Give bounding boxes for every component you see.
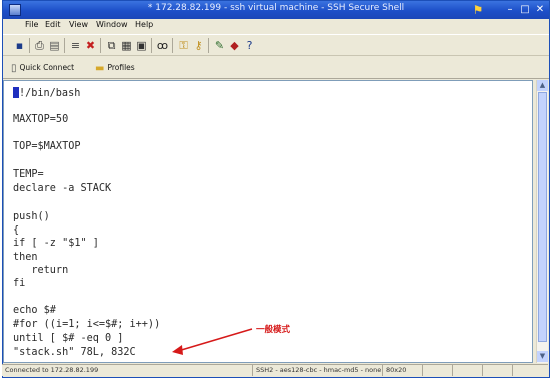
menu-window[interactable]: Window <box>96 20 128 29</box>
windows-logo-icon: ⚑ <box>472 3 484 17</box>
quick-connect-label: Quick Connect <box>19 63 75 72</box>
window-title: * 172.28.82.199 - ssh virtual machine - … <box>147 3 405 13</box>
find-icon[interactable]: ≡ <box>69 39 82 52</box>
terminal-line: echo $# <box>13 305 56 316</box>
terminal-line: until [ $# -eq 0 ] <box>13 333 124 344</box>
paste-icon[interactable]: ▦ <box>120 39 133 52</box>
menu-help[interactable]: Help <box>135 20 153 29</box>
help-icon[interactable]: ? <box>243 39 256 52</box>
print-preview-icon[interactable]: ▤ <box>48 39 61 52</box>
folder-icon: ▬ <box>95 63 105 74</box>
status-empty-cell <box>512 365 548 376</box>
status-empty-cell <box>482 365 512 376</box>
toolbar-separator <box>151 38 152 53</box>
status-terminal-type: SSH2 - aes128-cbc - hmac-md5 - none <box>252 365 382 376</box>
scrollbar-thumb[interactable] <box>538 92 547 342</box>
terminal-line: push() <box>13 211 50 222</box>
terminal-line: then <box>13 252 38 263</box>
status-empty-cell <box>452 365 482 376</box>
quick-connect-icon: ▯ <box>11 63 17 74</box>
toolbar-separator <box>208 38 209 53</box>
toolbar-separator <box>172 38 173 53</box>
paste-alt-icon[interactable]: ▣ <box>135 39 148 52</box>
toolbar: ▪ ⎙ ▤ ≡ ✖ ⧉ ▦ ▣ ꝏ ⚿ ⚷ ✎ ◆ ? <box>3 34 549 56</box>
terminal-area[interactable]: !/bin/bash MAXTOP=50 TOP=$MAXTOP TEMP= d… <box>3 80 533 363</box>
close-button[interactable]: ✕ <box>533 3 547 17</box>
terminal-line: !/bin/bash <box>13 87 80 100</box>
terminal-line: #for ((i=1; i<=$#; i++)) <box>13 319 161 330</box>
terminal-line: declare -a STACK <box>13 183 112 194</box>
quick-connect-button[interactable]: ▯ Quick Connect <box>11 60 74 76</box>
plugin-icon[interactable]: ◆ <box>228 39 241 52</box>
menu-edit[interactable]: Edit <box>45 20 61 29</box>
scroll-up-arrow-icon[interactable]: ▲ <box>537 80 548 91</box>
save-icon[interactable]: ▪ <box>13 39 26 52</box>
status-size: 80x20 <box>382 365 422 376</box>
quick-connect-bar: ▯ Quick Connect ▬ Profiles <box>3 57 549 79</box>
toolbar-separator <box>100 38 101 53</box>
key-icon[interactable]: ⚿ <box>177 39 190 52</box>
status-bar: Connected to 172.28.82.199 SSH2 - aes128… <box>2 364 548 376</box>
maximize-button[interactable]: □ <box>518 3 532 17</box>
copy-icon[interactable]: ⧉ <box>105 39 118 52</box>
menu-bar: File Edit View Window Help <box>3 19 549 33</box>
settings-icon[interactable]: ✎ <box>213 39 226 52</box>
vertical-scrollbar[interactable]: ▲ ▼ <box>536 80 548 363</box>
terminal-line: if [ -z "$1" ] <box>13 238 99 249</box>
terminal-line: { <box>13 225 20 236</box>
print-icon[interactable]: ⎙ <box>33 39 46 52</box>
terminal-line: MAXTOP=50 <box>13 114 69 125</box>
terminal-line: TOP=$MAXTOP <box>13 141 81 152</box>
scroll-down-arrow-icon[interactable]: ▼ <box>537 351 548 362</box>
key-alt-icon[interactable]: ⚷ <box>192 39 205 52</box>
profiles-button[interactable]: ▬ Profiles <box>95 60 135 76</box>
toolbar-separator <box>29 38 30 53</box>
profiles-label: Profiles <box>107 63 135 72</box>
terminal-line: return <box>13 265 69 276</box>
mode-annotation: 一般模式 <box>256 325 291 335</box>
terminal-line: fi <box>13 278 26 289</box>
menu-view[interactable]: View <box>69 20 88 29</box>
status-message-line: "stack.sh" 78L, 832C <box>13 347 136 358</box>
status-empty-cell <box>422 365 452 376</box>
binoculars-icon[interactable]: ꝏ <box>156 39 169 52</box>
disconnect-icon[interactable]: ✖ <box>84 39 97 52</box>
menu-file[interactable]: File <box>25 20 38 29</box>
status-connection: Connected to 172.28.82.199 <box>5 366 99 374</box>
terminal-line: TEMP= <box>13 169 44 180</box>
title-bar[interactable]: * 172.28.82.199 - ssh virtual machine - … <box>3 1 549 19</box>
minimize-button[interactable]: – <box>503 3 517 17</box>
toolbar-separator <box>64 38 65 53</box>
shebang-rest: !/bin/bash <box>19 88 81 99</box>
